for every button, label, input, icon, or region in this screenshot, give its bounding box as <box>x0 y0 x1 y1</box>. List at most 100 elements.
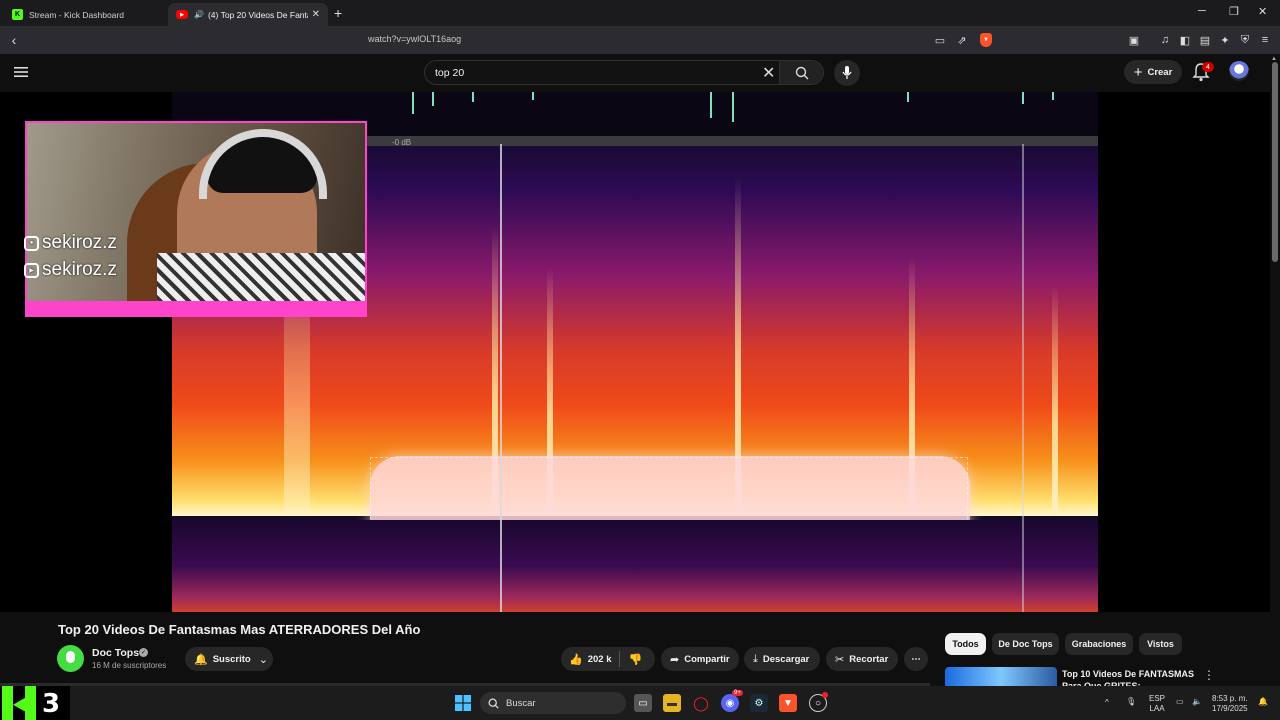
create-label: Crear <box>1147 66 1173 78</box>
youtube-handle: ▶ sekiroz.z <box>24 259 117 281</box>
kick-logo-icon <box>2 686 36 720</box>
create-button[interactable]: + Crear <box>1124 60 1182 84</box>
kick-favicon-icon: K <box>12 9 23 20</box>
video-player[interactable]: -0 dB ● sekiroz.z ▶ sekiroz.z <box>0 92 1270 612</box>
subscriber-count: 16 M de suscriptores <box>92 661 167 670</box>
bell-icon: 🔔 <box>194 653 208 666</box>
date: 17/9/2025 <box>1212 704 1248 713</box>
wallet-icon[interactable]: ▤ <box>1197 32 1213 48</box>
windows-taskbar: Buscar ▭ ▬ ◯ ◉ 9+ ⚙ ▼ ○ ^ 🎙 ESP LAA ▭ 🔈 … <box>0 686 1280 720</box>
like-divider <box>619 651 621 667</box>
tray-chevron-icon[interactable]: ^ <box>1105 698 1109 708</box>
more-actions-button[interactable]: ⋯ <box>904 647 928 671</box>
search-input[interactable]: top 20 <box>435 67 464 79</box>
channel-name[interactable]: Doc Tops <box>92 647 139 659</box>
tab-kick-dashboard[interactable]: K Stream - Kick Dashboard <box>4 3 166 26</box>
brave-browser-icon[interactable]: ▼ <box>779 694 797 712</box>
language-indicator[interactable]: ESP LAA <box>1149 694 1165 714</box>
like-dislike-group: 👍 202 k 👎 <box>561 647 655 671</box>
address-bar: ‹ watch?v=ywlOLT16aog ▭ ⇗ ▼ ▣ ♫ ◧ ▤ ✦ ⛨ … <box>0 26 1280 54</box>
subscribed-button[interactable]: 🔔 Suscrito ⌄ <box>185 647 273 671</box>
search-button[interactable] <box>779 61 823 84</box>
screen-cast-icon[interactable]: ▭ <box>932 32 948 48</box>
share-arrow-icon: ➦ <box>670 653 680 666</box>
chip-grabaciones[interactable]: Grabaciones <box>1065 633 1133 655</box>
page-scrollbar[interactable] <box>1270 54 1280 686</box>
network-icon[interactable]: ▭ <box>1176 697 1184 707</box>
microphone-icon <box>842 66 852 79</box>
vpn-icon[interactable]: ⛨ <box>1237 32 1253 48</box>
account-avatar[interactable] <box>1229 61 1249 81</box>
download-label: Descargar <box>762 653 810 665</box>
lang-bottom: LAA <box>1149 704 1165 713</box>
more-horizontal-icon: ⋯ <box>911 653 921 665</box>
search-box[interactable]: top 20 ✕ <box>424 60 824 85</box>
youtube-favicon-icon: ▶ <box>176 10 188 19</box>
channel-avatar[interactable] <box>57 645 84 672</box>
volume-icon[interactable]: 🔈 <box>1192 697 1202 707</box>
tab-youtube-video[interactable]: ▶ 🔊 (4) Top 20 Videos De Fantasmas ✕ <box>168 3 328 26</box>
back-icon[interactable]: ‹ <box>6 32 22 48</box>
browser-tab-bar: K Stream - Kick Dashboard ▶ 🔊 (4) Top 20… <box>0 0 1280 26</box>
close-window-button[interactable]: ✕ <box>1258 5 1267 18</box>
restore-button[interactable]: ❐ <box>1229 5 1239 18</box>
sidebar-icon[interactable]: ◧ <box>1177 32 1193 48</box>
file-explorer-icon[interactable]: ▬ <box>663 694 681 712</box>
share-button[interactable]: ➦ Compartir <box>661 647 739 671</box>
search-icon <box>488 698 499 709</box>
guide-menu-icon[interactable] <box>14 66 28 78</box>
clock[interactable]: 8:53 p. m. 17/9/2025 <box>1212 694 1248 714</box>
kick-count: 3 <box>42 689 61 719</box>
search-icon <box>795 66 808 79</box>
taskbar-search[interactable]: Buscar <box>480 692 626 714</box>
task-view-icon[interactable]: ▭ <box>634 694 652 712</box>
chip-todos[interactable]: Todos <box>945 633 986 655</box>
browser-menu-icon[interactable]: ≡ <box>1257 32 1273 48</box>
download-button[interactable]: ⤓ Descargar <box>744 647 820 671</box>
scroll-thumb[interactable] <box>1272 62 1278 262</box>
clip-button[interactable]: ✂ Recortar <box>826 647 898 671</box>
url-field[interactable]: watch?v=ywlOLT16aog <box>368 34 461 44</box>
windows-start-icon[interactable] <box>455 695 471 711</box>
brave-shields-icon[interactable]: ▼ <box>980 33 992 47</box>
mic-tray-icon[interactable]: 🎙 <box>1126 697 1136 707</box>
speaker-icon[interactable]: 🔊 <box>194 10 204 19</box>
lang-top: ESP <box>1149 694 1166 703</box>
new-tab-button[interactable]: + <box>334 5 342 21</box>
chip-de-doc-tops[interactable]: De Doc Tops <box>992 633 1059 655</box>
notification-center-icon[interactable]: 🔔 <box>1258 697 1268 707</box>
chip-vistos[interactable]: Vistos <box>1139 633 1182 655</box>
discord-icon[interactable]: ◉ <box>721 694 739 712</box>
steam-icon[interactable]: ⚙ <box>750 694 768 712</box>
instagram-icon: ● <box>24 235 39 251</box>
recommended-thumbnail[interactable] <box>945 667 1057 687</box>
voice-search-button[interactable] <box>834 60 860 86</box>
webcam-overlay <box>25 121 367 317</box>
share-icon[interactable]: ⇗ <box>954 32 970 48</box>
instagram-label: sekiroz.z <box>42 232 117 253</box>
youtube-header: top 20 ✕ + Crear 4 <box>0 54 1270 92</box>
like-icon[interactable]: 👍 <box>569 653 583 666</box>
close-tab-icon[interactable]: ✕ <box>312 9 320 20</box>
tab-label: (4) Top 20 Videos De Fantasmas <box>207 9 308 20</box>
more-vertical-icon[interactable]: ⋮ <box>1203 668 1215 682</box>
taskbar-search-placeholder: Buscar <box>506 697 536 709</box>
opera-gx-icon[interactable]: ◯ <box>692 694 710 712</box>
reader-mode-icon[interactable]: ▣ <box>1126 32 1142 48</box>
chevron-down-icon: ⌄ <box>258 653 268 666</box>
clear-search-icon[interactable]: ✕ <box>762 63 775 83</box>
notifications-badge: 4 <box>1202 62 1214 72</box>
like-count[interactable]: 202 k <box>588 654 612 665</box>
webcam-frame-accent <box>27 301 365 315</box>
playhead-line <box>500 144 502 612</box>
minimize-button[interactable]: ─ <box>1198 5 1206 17</box>
dislike-icon[interactable]: 👎 <box>628 653 642 666</box>
plus-icon: + <box>1133 63 1143 81</box>
app-notification-dot <box>822 692 828 698</box>
scroll-up-arrow-icon[interactable]: ▲ <box>1271 56 1277 62</box>
tab-label: Stream - Kick Dashboard <box>29 9 124 20</box>
media-icon[interactable]: ♫ <box>1157 32 1173 48</box>
download-icon: ⤓ <box>753 652 758 665</box>
subscribed-label: Suscrito <box>212 653 251 665</box>
leo-ai-icon[interactable]: ✦ <box>1217 32 1233 48</box>
